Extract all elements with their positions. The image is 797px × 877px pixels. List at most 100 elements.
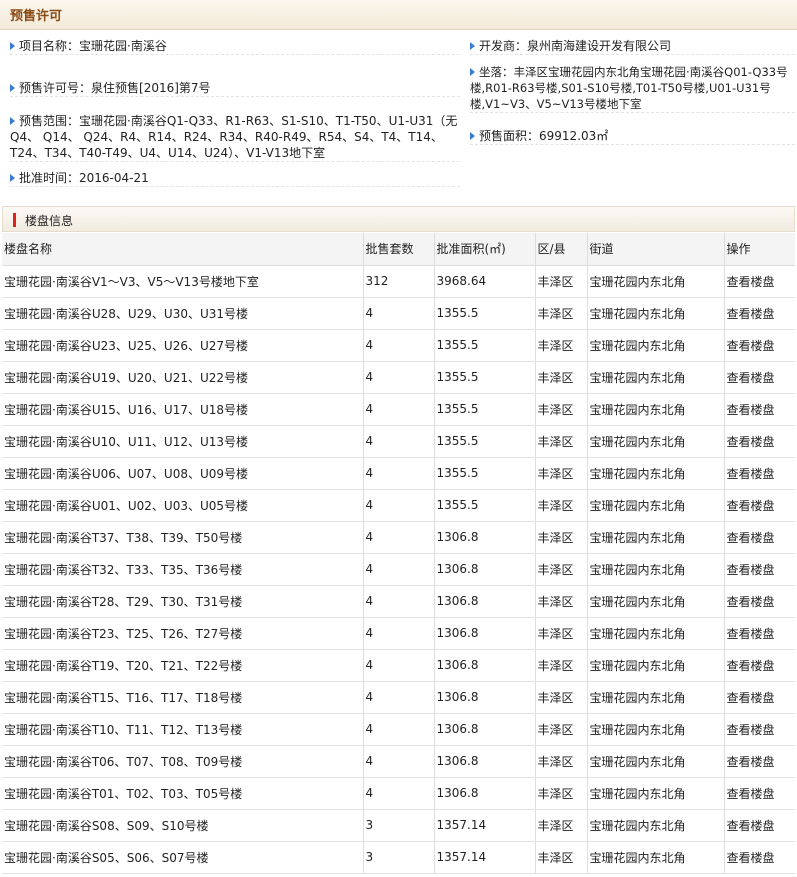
- units-cell: 4: [362, 521, 434, 554]
- area-cell: 1355.5: [433, 297, 535, 330]
- units-cell: 4: [362, 457, 434, 490]
- building-name-cell: 宝珊花园·南溪谷U10、U11、U12、U13号楼: [2, 425, 363, 458]
- building-name-cell: 宝珊花园·南溪谷U19、U20、U21、U22号楼: [2, 361, 363, 394]
- view-building-link[interactable]: 查看楼盘: [723, 745, 795, 778]
- view-building-link[interactable]: 查看楼盘: [723, 553, 795, 586]
- street-cell: 宝珊花园内东北角: [586, 649, 724, 682]
- view-building-link[interactable]: 查看楼盘: [723, 713, 795, 746]
- area-cell: 1306.8: [433, 713, 535, 746]
- building-name-cell: 宝珊花园·南溪谷T01、T02、T03、T05号楼: [2, 777, 363, 810]
- table-row: 宝珊花园·南溪谷V1～V3、V5～V13号楼地下室 312 3968.64 丰泽区 宝珊…: [2, 265, 795, 298]
- view-building-link[interactable]: 查看楼盘: [723, 585, 795, 618]
- table-row: 宝珊花园·南溪谷U15、U16、U17、U18号楼 4 1355.5 丰泽区 宝珊花园内…: [2, 393, 795, 426]
- table-row: 宝珊花园·南溪谷U23、U25、U26、U27号楼 4 1355.5 丰泽区 宝珊花园内…: [2, 329, 795, 362]
- street-cell: 宝珊花园内东北角: [586, 329, 724, 362]
- area-cell: 1306.8: [433, 745, 535, 778]
- table-body: 宝珊花园·南溪谷V1～V3、V5～V13号楼地下室 312 3968.64 丰泽区 宝珊…: [2, 265, 795, 874]
- table-row: 宝珊花园·南溪谷U01、U02、U03、U05号楼 4 1355.5 丰泽区 宝珊花园内…: [2, 489, 795, 522]
- table-row: 宝珊花园·南溪谷T01、T02、T03、T05号楼 4 1306.8 丰泽区 宝珊花园内…: [2, 777, 795, 810]
- area-label: 预售面积：: [479, 129, 540, 143]
- building-name-cell: 宝珊花园·南溪谷T37、T38、T39、T50号楼: [2, 521, 363, 554]
- view-building-link[interactable]: 查看楼盘: [723, 681, 795, 714]
- date-label: 批准时间：: [19, 171, 80, 185]
- area-cell: 1357.14: [433, 841, 535, 874]
- view-building-link[interactable]: 查看楼盘: [723, 265, 795, 298]
- buildings-table: 楼盘名称 批售套数 批准面积(㎡) 区/县 街道 操作 宝珊花园·南溪谷V1～V…: [2, 233, 795, 874]
- district-cell: 丰泽区: [534, 521, 587, 554]
- units-cell: 4: [362, 713, 434, 746]
- district-cell: 丰泽区: [534, 489, 587, 522]
- area-cell: 1306.8: [433, 553, 535, 586]
- street-cell: 宝珊花园内东北角: [586, 809, 724, 842]
- area-cell: 3968.64: [433, 265, 535, 298]
- developer-label: 开发商：: [479, 39, 528, 53]
- units-cell: 3: [362, 809, 434, 842]
- view-building-link[interactable]: 查看楼盘: [723, 617, 795, 650]
- view-building-link[interactable]: 查看楼盘: [723, 297, 795, 330]
- view-building-link[interactable]: 查看楼盘: [723, 361, 795, 394]
- district-cell: 丰泽区: [534, 265, 587, 298]
- units-cell: 4: [362, 585, 434, 618]
- building-name-cell: 宝珊花园·南溪谷S08、S09、S10号楼: [2, 809, 363, 842]
- col-header-action: 操作: [723, 233, 795, 266]
- table-row: 宝珊花园·南溪谷U10、U11、U12、U13号楼 4 1355.5 丰泽区 宝珊花园内…: [2, 425, 795, 458]
- info-project: 项目名称：宝珊花园·南溪谷: [10, 38, 460, 55]
- col-header-street: 街道: [586, 233, 724, 266]
- building-name-cell: 宝珊花园·南溪谷U06、U07、U08、U09号楼: [2, 457, 363, 490]
- street-cell: 宝珊花园内东北角: [586, 393, 724, 426]
- area-cell: 1355.5: [433, 393, 535, 426]
- street-cell: 宝珊花园内东北角: [586, 297, 724, 330]
- view-building-link[interactable]: 查看楼盘: [723, 809, 795, 842]
- district-cell: 丰泽区: [534, 585, 587, 618]
- location-value: 丰泽区宝珊花园内东北角宝珊花园·南溪谷Q01-Q33号楼,R01-R63号楼,S…: [470, 65, 788, 111]
- units-cell: 312: [362, 265, 434, 298]
- view-building-link[interactable]: 查看楼盘: [723, 649, 795, 682]
- table-row: 宝珊花园·南溪谷S08、S09、S10号楼 3 1357.14 丰泽区 宝珊花园内东北角…: [2, 809, 795, 842]
- date-value: 2016-04-21: [79, 171, 149, 185]
- view-building-link[interactable]: 查看楼盘: [723, 521, 795, 554]
- area-cell: 1357.14: [433, 809, 535, 842]
- street-cell: 宝珊花园内东北角: [586, 457, 724, 490]
- units-cell: 4: [362, 489, 434, 522]
- col-header-units: 批售套数: [362, 233, 434, 266]
- view-building-link[interactable]: 查看楼盘: [723, 457, 795, 490]
- area-cell: 1306.8: [433, 681, 535, 714]
- district-cell: 丰泽区: [534, 745, 587, 778]
- area-cell: 1306.8: [433, 649, 535, 682]
- area-cell: 1355.5: [433, 329, 535, 362]
- building-name-cell: 宝珊花园·南溪谷T06、T07、T08、T09号楼: [2, 745, 363, 778]
- street-cell: 宝珊花园内东北角: [586, 553, 724, 586]
- col-header-name: 楼盘名称: [2, 233, 363, 266]
- arrow-icon: [10, 84, 15, 92]
- info-scope: 预售范围：宝珊花园·南溪谷Q1-Q33、R1-R63、S1-S10、T1-T50…: [10, 113, 460, 162]
- view-building-link[interactable]: 查看楼盘: [723, 489, 795, 522]
- units-cell: 4: [362, 745, 434, 778]
- building-name-cell: 宝珊花园·南溪谷S05、S06、S07号楼: [2, 841, 363, 874]
- building-name-cell: 宝珊花园·南溪谷V1～V3、V5～V13号楼地下室: [2, 265, 363, 298]
- district-cell: 丰泽区: [534, 361, 587, 394]
- area-cell: 1306.8: [433, 585, 535, 618]
- street-cell: 宝珊花园内东北角: [586, 713, 724, 746]
- area-cell: 1355.5: [433, 425, 535, 458]
- building-name-cell: 宝珊花园·南溪谷U01、U02、U03、U05号楼: [2, 489, 363, 522]
- view-building-link[interactable]: 查看楼盘: [723, 777, 795, 810]
- view-building-link[interactable]: 查看楼盘: [723, 425, 795, 458]
- view-building-link[interactable]: 查看楼盘: [723, 329, 795, 362]
- units-cell: 4: [362, 361, 434, 394]
- arrow-icon: [10, 117, 15, 125]
- district-cell: 丰泽区: [534, 649, 587, 682]
- building-name-cell: 宝珊花园·南溪谷T32、T33、T35、T36号楼: [2, 553, 363, 586]
- units-cell: 4: [362, 393, 434, 426]
- view-building-link[interactable]: 查看楼盘: [723, 841, 795, 874]
- developer-value: 泉州南海建设开发有限公司: [527, 39, 672, 53]
- view-building-link[interactable]: 查看楼盘: [723, 393, 795, 426]
- building-name-cell: 宝珊花园·南溪谷T23、T25、T26、T27号楼: [2, 617, 363, 650]
- district-cell: 丰泽区: [534, 713, 587, 746]
- arrow-icon: [470, 42, 475, 50]
- district-cell: 丰泽区: [534, 681, 587, 714]
- district-cell: 丰泽区: [534, 457, 587, 490]
- building-name-cell: 宝珊花园·南溪谷T10、T11、T12、T13号楼: [2, 713, 363, 746]
- units-cell: 4: [362, 425, 434, 458]
- page-header: 预售许可: [0, 0, 797, 30]
- units-cell: 4: [362, 297, 434, 330]
